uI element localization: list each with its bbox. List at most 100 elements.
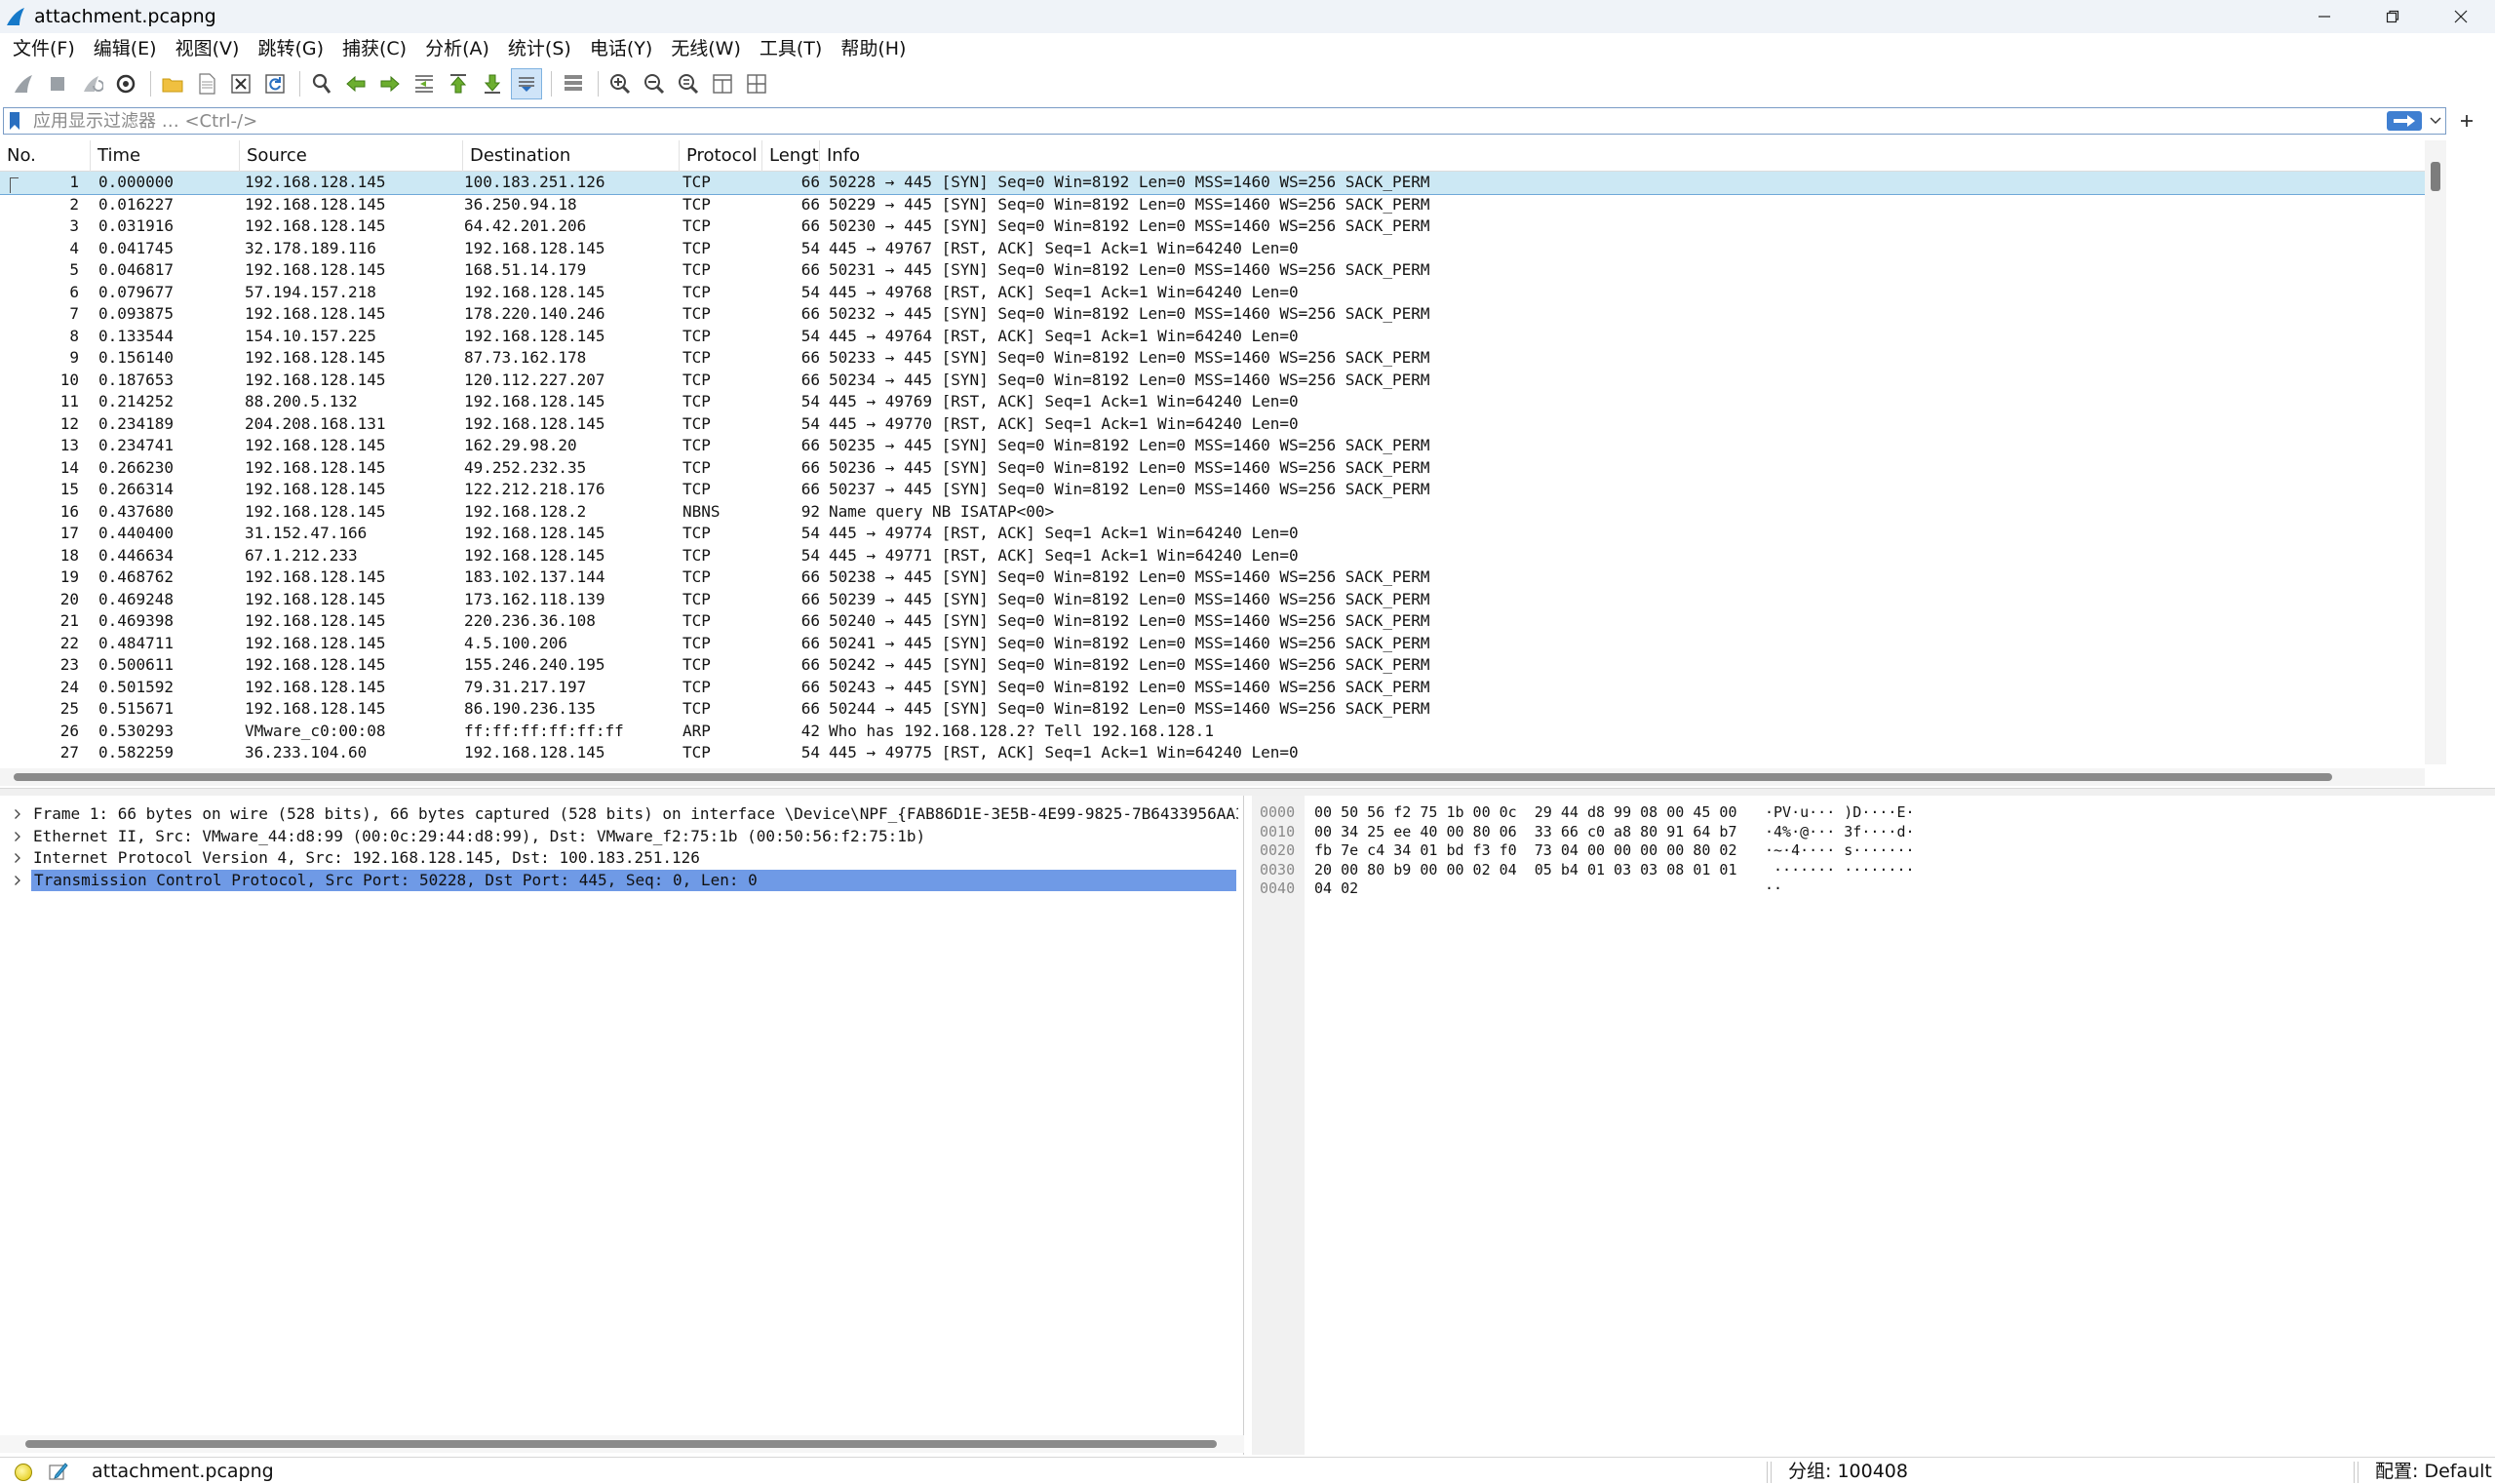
restart-capture-button[interactable] — [76, 68, 107, 99]
display-filter-input[interactable] — [25, 109, 2387, 133]
column-header-info[interactable]: Info — [820, 140, 2425, 172]
layout-button[interactable] — [741, 68, 772, 99]
go-first-packet-button[interactable] — [443, 68, 474, 99]
expert-info-indicator[interactable] — [15, 1464, 32, 1481]
pane-splitter[interactable] — [0, 788, 2495, 796]
packet-row[interactable]: 22 0.484711 192.168.128.145 4.5.100.206 TCP 6… — [0, 633, 2425, 655]
packet-row[interactable]: 1 0.000000 192.168.128.145 100.183.251.126 T… — [0, 172, 2425, 195]
stop-capture-button[interactable] — [42, 68, 73, 99]
menu-help[interactable]: 帮助(H) — [834, 33, 917, 64]
packet-row[interactable]: 12 0.234189 204.208.168.131 192.168.128.145… — [0, 413, 2425, 436]
filter-history-dropdown[interactable] — [2426, 108, 2445, 134]
packet-row[interactable]: 13 0.234741 192.168.128.145 162.29.98.20 TCP… — [0, 435, 2425, 457]
column-header-no[interactable]: No. — [0, 140, 91, 172]
open-file-button[interactable] — [157, 68, 188, 99]
packet-row[interactable]: 21 0.469398 192.168.128.145 220.236.36.108 T… — [0, 610, 2425, 633]
close-file-button[interactable] — [225, 68, 256, 99]
packet-row[interactable]: 18 0.446634 67.1.212.233 192.168.128.145 TCP… — [0, 545, 2425, 567]
detail-ipv4[interactable]: Internet Protocol Version 4, Src: 192.16… — [0, 847, 1244, 870]
detail-tcp[interactable]: Transmission Control Protocol, Src Port:… — [0, 869, 1244, 892]
resize-columns-button[interactable] — [707, 68, 738, 99]
apply-filter-button[interactable] — [2387, 111, 2422, 131]
menu-statistics[interactable]: 统计(S) — [501, 33, 583, 64]
scrollbar-thumb[interactable] — [14, 773, 2332, 781]
column-header-protocol[interactable]: Protocol — [680, 140, 762, 172]
filter-bookmark-button[interactable] — [4, 108, 25, 134]
go-last-packet-button[interactable] — [477, 68, 508, 99]
go-to-packet-button[interactable] — [409, 68, 440, 99]
packet-bytes-pane: 0000 00 50 56 f2 75 1b 00 0c 29 44 d8 99 … — [1252, 796, 2495, 1455]
add-filter-button[interactable] — [2452, 107, 2481, 135]
bytes-row[interactable]: 0020 fb 7e c4 34 01 bd f3 f0 73 04 00 00 … — [1252, 841, 2495, 861]
column-header-time[interactable]: Time — [91, 140, 240, 172]
zoom-reset-button[interactable] — [673, 68, 704, 99]
bytes-row[interactable]: 0030 20 00 80 b9 00 00 02 04 05 b4 01 03 … — [1252, 861, 2495, 880]
menu-telephony[interactable]: 电话(Y) — [583, 33, 664, 64]
packet-row[interactable]: 14 0.266230 192.168.128.145 49.252.232.35 TC… — [0, 457, 2425, 480]
menu-go[interactable]: 跳转(G) — [251, 33, 335, 64]
reload-file-button[interactable] — [259, 68, 291, 99]
column-header-length[interactable]: Length — [762, 140, 820, 172]
detail-ethernet[interactable]: Ethernet II, Src: VMware_44:d8:99 (00:0c… — [0, 826, 1244, 848]
packet-row[interactable]: 23 0.500611 192.168.128.145 155.246.240.195… — [0, 654, 2425, 677]
status-profile[interactable]: 配置: Default — [2375, 1458, 2492, 1484]
packet-row[interactable]: 20 0.469248 192.168.128.145 173.162.118.139… — [0, 589, 2425, 611]
packet-row[interactable]: 8 0.133544 154.10.157.225 192.168.128.145 TC… — [0, 326, 2425, 348]
menu-analyze[interactable]: 分析(A) — [418, 33, 501, 64]
column-header-destination[interactable]: Destination — [463, 140, 680, 172]
packet-row[interactable]: 24 0.501592 192.168.128.145 79.31.217.197 TC… — [0, 677, 2425, 699]
bytes-row[interactable]: 0010 00 34 25 ee 40 00 80 06 33 66 c0 a8 … — [1252, 823, 2495, 842]
packet-row[interactable]: 2 0.016227 192.168.128.145 36.250.94.18 TCP 6… — [0, 194, 2425, 216]
packet-row[interactable]: 4 0.041745 32.178.189.116 192.168.128.145 TC… — [0, 238, 2425, 260]
save-file-button[interactable] — [191, 68, 222, 99]
packet-row[interactable]: 5 0.046817 192.168.128.145 168.51.14.179 TCP… — [0, 259, 2425, 282]
packet-row[interactable]: 27 0.582259 36.233.104.60 192.168.128.145 TC… — [0, 742, 2425, 764]
chevron-right-icon[interactable] — [10, 826, 25, 848]
packet-row[interactable]: 10 0.187653 192.168.128.145 120.112.227.207… — [0, 370, 2425, 392]
go-forward-button[interactable] — [374, 68, 406, 99]
restore-button[interactable] — [2359, 0, 2427, 33]
menu-capture[interactable]: 捕获(C) — [335, 33, 418, 64]
detail-frame[interactable]: Frame 1: 66 bytes on wire (528 bits), 66… — [0, 803, 1244, 826]
packet-row[interactable]: 6 0.079677 57.194.157.218 192.168.128.145 TC… — [0, 282, 2425, 304]
chevron-right-icon[interactable] — [10, 803, 25, 826]
menu-tools[interactable]: 工具(T) — [753, 33, 834, 64]
scrollbar-thumb[interactable] — [25, 1440, 1217, 1448]
packet-row[interactable]: 17 0.440400 31.152.47.166 192.168.128.145 TC… — [0, 523, 2425, 545]
edit-comment-icon[interactable] — [47, 1461, 68, 1482]
chevron-right-icon[interactable] — [10, 870, 25, 892]
packet-row[interactable]: 19 0.468762 192.168.128.145 183.102.137.144… — [0, 566, 2425, 589]
menu-wireless[interactable]: 无线(W) — [664, 33, 753, 64]
zoom-out-button[interactable] — [639, 68, 670, 99]
packet-row[interactable]: 11 0.214252 88.200.5.132 192.168.128.145 TCP… — [0, 391, 2425, 413]
packet-row[interactable]: 15 0.266314 192.168.128.145 122.212.218.176… — [0, 479, 2425, 501]
autoscroll-button[interactable] — [511, 68, 542, 99]
cell-protocol: TCP — [682, 611, 711, 630]
zoom-in-button[interactable] — [604, 68, 636, 99]
packet-row[interactable]: 26 0.530293 VMware_c0:00:08 ff:ff:ff:ff:ff:… — [0, 721, 2425, 743]
close-button[interactable] — [2427, 0, 2495, 33]
menu-file[interactable]: 文件(F) — [6, 33, 87, 64]
menu-view[interactable]: 视图(V) — [169, 33, 252, 64]
column-header-source[interactable]: Source — [240, 140, 463, 172]
find-packet-button[interactable] — [306, 68, 337, 99]
packet-row[interactable]: 3 0.031916 192.168.128.145 64.42.201.206 TCP… — [0, 215, 2425, 238]
minimize-button[interactable] — [2290, 0, 2359, 33]
menu-edit[interactable]: 编辑(E) — [87, 33, 169, 64]
packet-list-vertical-scrollbar[interactable] — [2425, 140, 2446, 764]
cell-info: 50228 → 445 [SYN] Seq=0 Win=8192 Len=0 M… — [829, 173, 1430, 191]
start-capture-button[interactable] — [8, 68, 39, 99]
packet-row[interactable]: 9 0.156140 192.168.128.145 87.73.162.178 TCP… — [0, 347, 2425, 370]
go-back-button[interactable] — [340, 68, 371, 99]
packet-row[interactable]: 16 0.437680 192.168.128.145 192.168.128.2 NB… — [0, 501, 2425, 524]
capture-options-button[interactable] — [110, 68, 141, 99]
details-horizontal-scrollbar[interactable] — [0, 1435, 1244, 1453]
packet-row[interactable]: 25 0.515671 192.168.128.145 86.190.236.135 T… — [0, 698, 2425, 721]
bytes-row[interactable]: 0040 04 02 ·· — [1252, 879, 2495, 899]
packet-list-horizontal-scrollbar[interactable] — [0, 768, 2425, 786]
bytes-row[interactable]: 0000 00 50 56 f2 75 1b 00 0c 29 44 d8 99 … — [1252, 803, 2495, 823]
colorize-button[interactable] — [558, 68, 589, 99]
packet-row[interactable]: 7 0.093875 192.168.128.145 178.220.140.246 T… — [0, 303, 2425, 326]
scrollbar-thumb[interactable] — [2431, 162, 2440, 191]
chevron-right-icon[interactable] — [10, 847, 25, 870]
